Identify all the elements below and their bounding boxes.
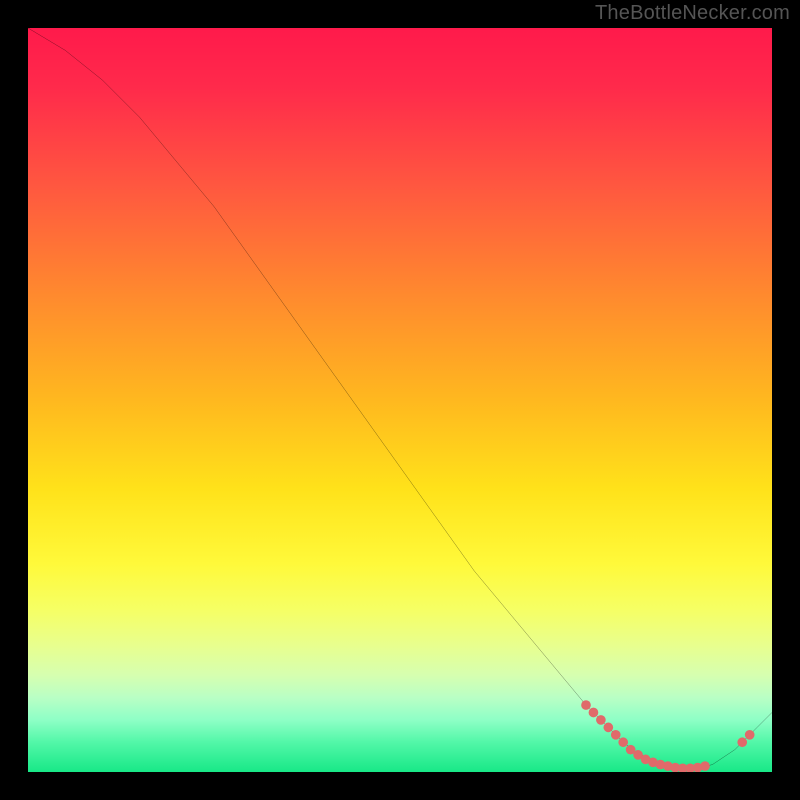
chart-frame: TheBottleNecker.com (0, 0, 800, 800)
watermark-text: TheBottleNecker.com (595, 2, 790, 25)
highlight-dot (589, 708, 599, 718)
highlight-dot (603, 723, 613, 733)
highlight-dot (611, 730, 621, 740)
highlight-dot (618, 737, 628, 747)
highlight-dot (745, 730, 755, 740)
bottleneck-curve (28, 28, 772, 768)
chart-svg (28, 28, 772, 772)
highlight-dot (596, 715, 606, 725)
optimal-range-dots (581, 700, 754, 772)
highlight-dot (700, 761, 710, 771)
highlight-dot (737, 737, 747, 747)
highlight-dot (581, 700, 591, 710)
plot-area (28, 28, 772, 772)
